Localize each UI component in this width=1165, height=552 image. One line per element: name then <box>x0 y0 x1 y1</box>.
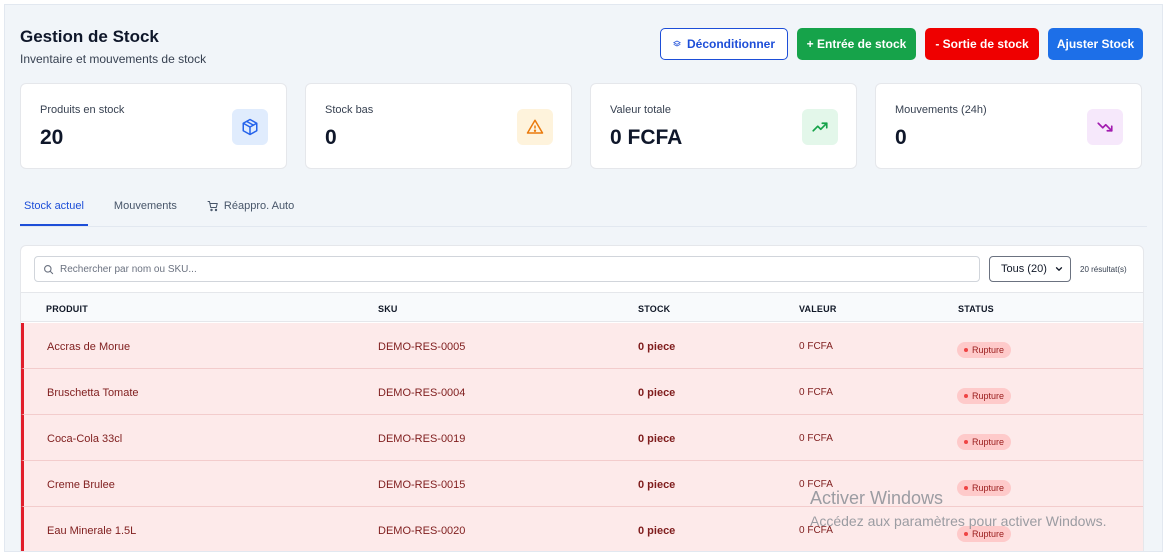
stat-cards: Produits en stock 20 Stock bas 0 Valeur … <box>20 83 1142 169</box>
status-badge: Rupture <box>957 434 1012 450</box>
stat-card-label: Mouvements (24h) <box>895 104 987 116</box>
cell-sku: DEMO-RES-0015 <box>378 479 466 491</box>
stat-card-label: Produits en stock <box>40 104 125 116</box>
search-box[interactable] <box>34 256 980 282</box>
stat-card-valeur: Valeur totale 0 FCFA <box>590 83 857 169</box>
cart-icon <box>207 201 218 212</box>
cell-valeur: 0 FCFA <box>799 341 833 352</box>
stat-card-mouvements: Mouvements (24h) 0 <box>875 83 1142 169</box>
cell-valeur: 0 FCFA <box>799 433 833 444</box>
stat-card-value: 0 FCFA <box>610 126 683 149</box>
tab-label: Mouvements <box>113 200 177 212</box>
cell-sku: DEMO-RES-0019 <box>378 433 466 445</box>
status-badge: Rupture <box>957 342 1012 358</box>
status-dot <box>964 394 968 398</box>
watermark-subtitle: Accédez aux paramètres pour activer Wind… <box>810 513 1107 529</box>
search-icon <box>44 264 54 274</box>
stat-card-value: 0 <box>895 126 907 149</box>
stat-card-label: Valeur totale <box>610 104 671 116</box>
watermark-title: Activer Windows <box>810 488 944 508</box>
cell-sku: DEMO-RES-0004 <box>378 387 466 399</box>
cell-stock: 0 piece <box>638 479 676 491</box>
table-row[interactable]: Coca-Cola 33cl DEMO-RES-0019 0 piece 0 F… <box>21 415 1143 461</box>
ajuster-stock-button[interactable]: Ajuster Stock <box>1048 28 1143 60</box>
stat-card-stock-bas: Stock bas 0 <box>305 83 572 169</box>
column-header-status[interactable]: STATUS <box>958 304 994 314</box>
package-icon <box>232 109 268 145</box>
column-header-sku[interactable]: SKU <box>378 304 398 314</box>
warning-icon <box>517 109 553 145</box>
column-header-valeur[interactable]: VALEUR <box>799 304 837 314</box>
cell-produit: Bruschetta Tomate <box>47 387 139 399</box>
tab-mouvements[interactable]: Mouvements <box>110 188 181 226</box>
filter-value: Tous (20) <box>1001 263 1047 275</box>
cell-sku: DEMO-RES-0020 <box>378 525 466 537</box>
status-dot <box>964 440 968 444</box>
column-header-produit[interactable]: PRODUIT <box>46 304 88 314</box>
stat-card-label: Stock bas <box>325 104 374 116</box>
status-label: Rupture <box>972 437 1005 447</box>
status-badge: Rupture <box>957 388 1012 404</box>
status-label: Rupture <box>972 529 1005 539</box>
sortie-stock-button[interactable]: - Sortie de stock <box>925 28 1039 60</box>
table-toolbar: Tous (20) 20 résultat(s) <box>34 256 1133 282</box>
table-header: PRODUIT SKU STOCK VALEUR STATUS <box>21 292 1143 322</box>
entree-stock-button[interactable]: + Entrée de stock <box>797 28 916 60</box>
table-row[interactable]: Accras de Morue DEMO-RES-0005 0 piece 0 … <box>21 323 1143 369</box>
stock-page: Gestion de Stock Inventaire et mouvement… <box>4 4 1163 552</box>
cell-produit: Creme Brulee <box>47 479 115 491</box>
stat-card-value: 0 <box>325 126 337 149</box>
page-header: Gestion de Stock Inventaire et mouvement… <box>20 27 206 66</box>
trending-down-icon <box>1087 109 1123 145</box>
cell-produit: Accras de Morue <box>47 341 131 353</box>
page-title: Gestion de Stock <box>20 27 159 46</box>
cell-produit: Coca-Cola 33cl <box>47 433 123 445</box>
cell-produit: Eau Minerale 1.5L <box>47 525 137 537</box>
stat-card-value: 20 <box>40 126 64 149</box>
trending-up-icon <box>802 109 838 145</box>
tab-label: Réappro. Auto <box>223 200 295 212</box>
cell-stock: 0 piece <box>638 387 676 399</box>
chevron-down-icon <box>1055 267 1063 271</box>
search-input[interactable] <box>60 263 940 275</box>
tab-bar: Stock actuel Mouvements Réappro. Auto <box>20 188 1147 227</box>
column-header-stock[interactable]: STOCK <box>638 304 670 314</box>
tab-label: Stock actuel <box>24 200 84 212</box>
cell-stock: 0 piece <box>638 433 676 445</box>
deconditionner-label: Déconditionner <box>686 37 775 51</box>
status-dot <box>964 532 968 536</box>
cell-valeur: 0 FCFA <box>799 387 833 398</box>
windows-activation-watermark: Activer Windows Accédez aux paramètres p… <box>810 488 1106 529</box>
cell-stock: 0 piece <box>638 341 676 353</box>
tab-reappro-auto[interactable]: Réappro. Auto <box>203 188 298 226</box>
tab-stock-actuel[interactable]: Stock actuel <box>20 188 88 226</box>
table-row[interactable]: Bruschetta Tomate DEMO-RES-0004 0 piece … <box>21 369 1143 415</box>
header-actions: Déconditionner + Entrée de stock - Sorti… <box>660 28 1143 60</box>
page-subtitle: Inventaire et mouvements de stock <box>20 52 207 66</box>
deconditionner-button[interactable]: Déconditionner <box>660 28 788 60</box>
status-dot <box>964 348 968 352</box>
cell-stock: 0 piece <box>638 525 676 537</box>
status-label: Rupture <box>972 345 1005 355</box>
results-count: 20 résultat(s) <box>1080 264 1127 274</box>
status-filter-select[interactable]: Tous (20) <box>989 256 1071 282</box>
cell-sku: DEMO-RES-0005 <box>378 341 466 353</box>
status-label: Rupture <box>972 391 1005 401</box>
layers-icon <box>673 40 681 47</box>
stat-card-produits: Produits en stock 20 <box>20 83 287 169</box>
